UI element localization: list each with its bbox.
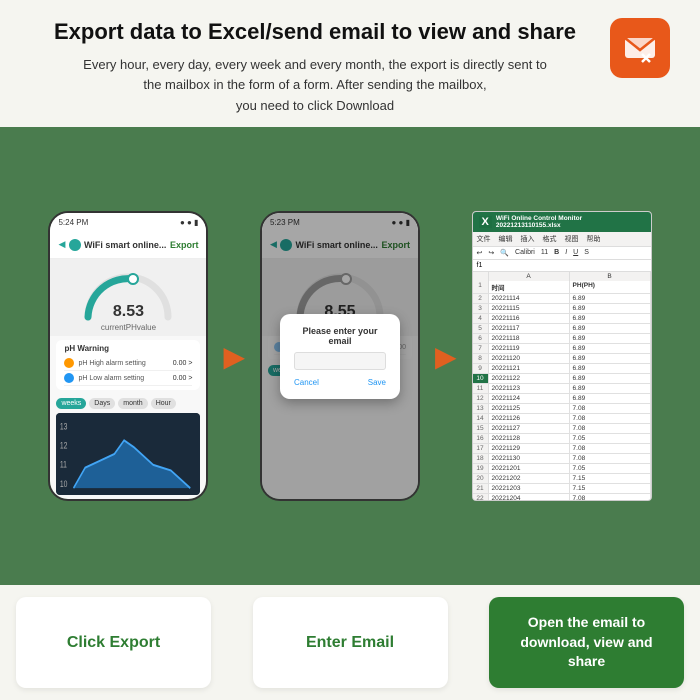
phone1-screen: 5:24 PM ● ● ▮ ◀ WiFi smart online... Exp… <box>50 213 206 499</box>
excel-row[interactable]: 14202211267.08 <box>473 414 651 424</box>
click-export-label: Click Export <box>67 634 160 652</box>
excel-frame: X WiFi Online Control Monitor 2022121311… <box>472 211 652 501</box>
ph-high-dot <box>64 358 74 368</box>
excel-title: WiFi Online Control Monitor 202212131101… <box>496 215 645 229</box>
excel-row[interactable]: 1时间PH(PH) <box>473 281 651 294</box>
excel-row[interactable]: 6202211186.89 <box>473 334 651 344</box>
dialog-buttons: Cancel Save <box>294 378 386 387</box>
email-dialog-overlay: Please enter your email Cancel Save <box>262 213 418 499</box>
screenshots-section: 5:24 PM ● ● ▮ ◀ WiFi smart online... Exp… <box>0 127 700 585</box>
dialog-title: Please enter your email <box>294 326 386 346</box>
phone1-gauge: 8.53 currentPHvalue <box>50 259 206 336</box>
excel-row[interactable]: 13202211257.08 <box>473 404 651 414</box>
excel-row[interactable]: 12202211246.89 <box>473 394 651 404</box>
enter-email-card[interactable]: Enter Email <box>253 597 448 688</box>
svg-text:11: 11 <box>60 459 67 471</box>
excel-title-bar: X WiFi Online Control Monitor 2022121311… <box>473 212 651 232</box>
excel-x-icon: X <box>479 216 492 228</box>
excel-row[interactable]: 15202211277.08 <box>473 424 651 434</box>
dialog-email-input[interactable] <box>294 352 386 370</box>
tab-hour[interactable]: Hour <box>151 398 176 409</box>
excel-row[interactable]: 2202211146.89 <box>473 294 651 304</box>
open-email-card[interactable]: Open the email to download, view and sha… <box>489 597 684 688</box>
excel-row[interactable]: 18202211307.08 <box>473 454 651 464</box>
excel-grid: AB1时间PH(PH)2202211146.893202211156.89420… <box>473 272 651 500</box>
tab-days[interactable]: Days <box>89 398 115 409</box>
excel-row[interactable]: 16202211287.05 <box>473 434 651 444</box>
header-title: Export data to Excel/send email to view … <box>40 18 590 47</box>
excel-row[interactable]: 11202211236.89 <box>473 384 651 394</box>
arrow1: ▶ <box>223 340 245 373</box>
phone1-gauge-label: currentPHvalue <box>101 323 156 332</box>
phone1-wrapper: 5:24 PM ● ● ▮ ◀ WiFi smart online... Exp… <box>48 211 208 501</box>
open-email-label: Open the email to download, view and sha… <box>503 613 670 672</box>
excel-row[interactable]: 19202212017.05 <box>473 464 651 474</box>
tab-weeks[interactable]: weeks <box>56 398 86 409</box>
excel-row[interactable]: 5202211176.89 <box>473 324 651 334</box>
svg-text:10: 10 <box>60 478 68 490</box>
phone1-frame: 5:24 PM ● ● ▮ ◀ WiFi smart online... Exp… <box>48 211 208 501</box>
dialog-save-btn[interactable]: Save <box>368 378 386 387</box>
excel-menu-bar: 文件 编辑 插入 格式 视图 帮助 <box>473 232 651 247</box>
email-icon <box>610 18 670 78</box>
svg-text:12: 12 <box>60 439 68 451</box>
excel-row[interactable]: 10202211226.89 <box>473 374 651 384</box>
excel-toolbar: ↩ ↪ 🔍 Calibri 11 B I U S <box>473 247 651 260</box>
dialog-cancel-btn[interactable]: Cancel <box>294 378 319 387</box>
phone1-nav-icon <box>69 239 81 251</box>
phone1-chart: 13 12 11 10 <box>56 413 200 495</box>
excel-row[interactable]: 3202211156.89 <box>473 304 651 314</box>
excel-row[interactable]: 20202212027.15 <box>473 474 651 484</box>
phone2-frame: 5:23 PM ● ● ▮ ◀ WiFi smart online... Exp… <box>260 211 420 501</box>
header-section: Export data to Excel/send email to view … <box>0 0 700 127</box>
phone2-wrapper: 5:23 PM ● ● ▮ ◀ WiFi smart online... Exp… <box>260 211 420 501</box>
header-subtitle: Every hour, every day, every week and ev… <box>40 55 590 117</box>
excel-row[interactable]: 7202211196.89 <box>473 344 651 354</box>
excel-row[interactable]: 21202212037.15 <box>473 484 651 494</box>
excel-row[interactable]: 22202212047.08 <box>473 494 651 500</box>
enter-email-label: Enter Email <box>306 634 394 652</box>
phone1-time-tabs: weeks Days month Hour <box>50 394 206 413</box>
phone1-gauge-value: 8.53 <box>113 303 144 321</box>
arrow2: ▶ <box>435 340 457 373</box>
phone2-screen: 5:23 PM ● ● ▮ ◀ WiFi smart online... Exp… <box>262 213 418 499</box>
phone1-status-bar: 5:24 PM ● ● ▮ <box>50 213 206 231</box>
excel-row[interactable]: 8202211206.89 <box>473 354 651 364</box>
email-dialog: Please enter your email Cancel Save <box>280 314 400 399</box>
phone1-nav: ◀ WiFi smart online... Export <box>50 231 206 259</box>
ph-low-row: pH Low alarm setting 0.00 > <box>64 371 192 386</box>
ph-high-row: pH High alarm setting 0.00 > <box>64 356 192 371</box>
excel-row[interactable]: 4202211166.89 <box>473 314 651 324</box>
tab-month[interactable]: month <box>118 398 147 409</box>
phone1-ph-warning: pH Warning pH High alarm setting 0.00 > <box>56 340 200 390</box>
excel-row[interactable]: 17202211297.08 <box>473 444 651 454</box>
main-container: Export data to Excel/send email to view … <box>0 0 700 700</box>
excel-formula-bar: f1 <box>473 260 651 272</box>
excel-col-headers: AB <box>473 272 651 281</box>
excel-row[interactable]: 9202211216.89 <box>473 364 651 374</box>
svg-text:13: 13 <box>60 420 68 432</box>
ph-low-dot <box>64 373 74 383</box>
click-export-card[interactable]: Click Export <box>16 597 211 688</box>
cards-section: Click Export Enter Email Open the email … <box>0 585 700 700</box>
